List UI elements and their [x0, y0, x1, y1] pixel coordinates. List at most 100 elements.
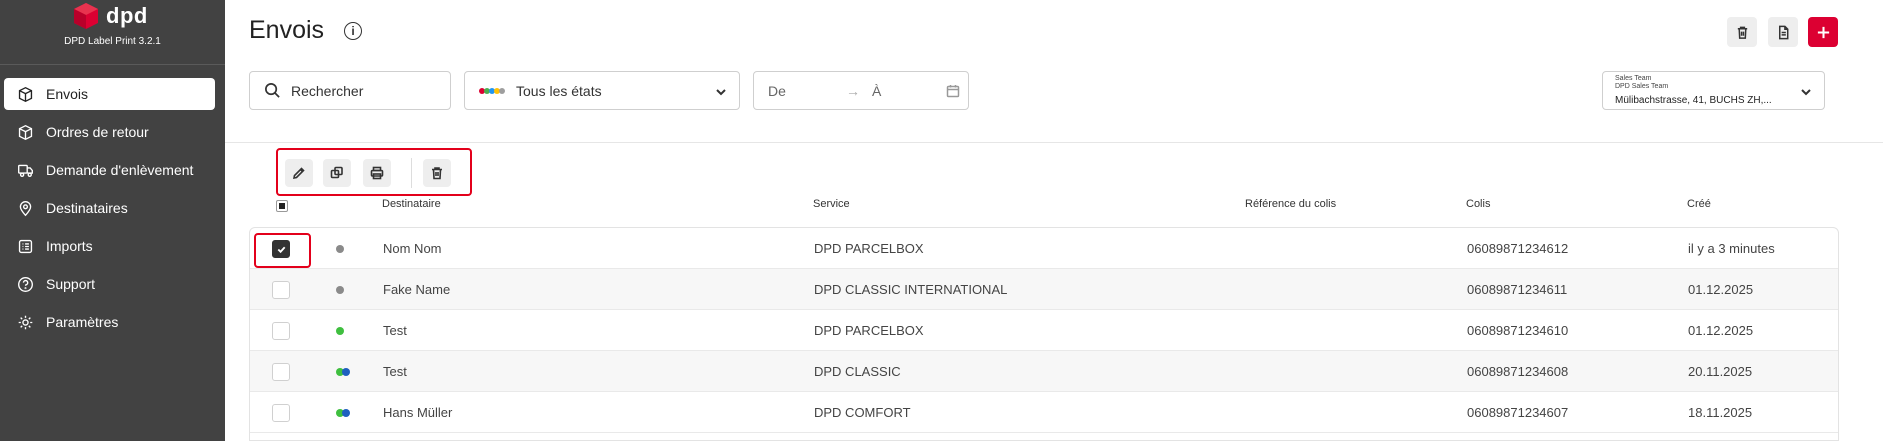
cell-parcel: 06089871234607: [1467, 405, 1569, 420]
trash-icon: [432, 167, 442, 180]
cell-service: DPD PARCELBOX: [814, 323, 924, 338]
status-dots: [479, 87, 505, 94]
column-header-service[interactable]: Service: [813, 198, 850, 210]
status-indicator: [336, 245, 344, 253]
account-select[interactable]: Sales Team DPD Sales Team Mülibachstrass…: [1602, 71, 1825, 110]
sidebar-item-imports[interactable]: Imports: [4, 230, 215, 262]
cell-parcel: 06089871234608: [1467, 364, 1569, 379]
plus-icon: [1817, 26, 1829, 38]
brand: dpd DPD Label Print 3.2.1: [0, 0, 225, 64]
cell-created: il y a 3 minutes: [1688, 241, 1775, 256]
cell-service: DPD COMFORT: [814, 405, 911, 420]
search-icon: [265, 83, 280, 98]
sidebar-item-label: Support: [46, 276, 96, 292]
status-indicator: [336, 368, 350, 376]
app-version: DPD Label Print 3.2.1: [64, 36, 161, 47]
table-row[interactable]: Hans Müller DPD COMFORT 06089871234607 18.1…: [250, 392, 1838, 433]
date-range-picker[interactable]: De → À: [753, 71, 969, 110]
cell-service: DPD CLASSIC INTERNATIONAL: [814, 282, 1008, 297]
status-dot: [342, 409, 350, 417]
status-indicator: [336, 286, 344, 294]
document-button[interactable]: [1768, 17, 1798, 47]
cell-recipient: Hans Müller: [383, 405, 453, 420]
status-dot: [336, 245, 344, 253]
column-header-recipient[interactable]: Destinataire: [382, 198, 441, 210]
select-all-checkbox[interactable]: [276, 200, 288, 212]
cell-created: 01.12.2025: [1688, 323, 1754, 338]
cell-recipient: Test: [383, 364, 407, 379]
duplicate-icon: [330, 166, 343, 179]
account-team: Sales Team: [1615, 75, 1652, 82]
sidebar-nav: Envois Ordres de retour Demande d'enlève…: [0, 78, 225, 344]
cell-recipient: Test: [383, 323, 407, 338]
pencil-icon: [292, 167, 305, 180]
status-dot: [336, 327, 344, 335]
page-title: Envois: [249, 16, 325, 44]
sidebar-item-destinataires[interactable]: Destinataires: [4, 192, 215, 224]
chevron-down-icon: [1800, 85, 1812, 97]
row-checkbox[interactable]: [272, 281, 290, 299]
sidebar-item-support[interactable]: Support: [4, 268, 215, 300]
print-button[interactable]: [363, 159, 391, 187]
state-filter-select[interactable]: Tous les états: [464, 71, 740, 110]
row-checkbox[interactable]: [272, 404, 290, 422]
column-header-parcel[interactable]: Colis: [1466, 198, 1490, 210]
table-row[interactable]: Fake Name DPD CLASSIC INTERNATIONAL 060898…: [250, 269, 1838, 310]
table-row[interactable]: Nom Nom DPD PARCELBOX 06089871234612 il y a…: [250, 228, 1838, 269]
cell-parcel: 06089871234611: [1467, 282, 1568, 297]
sidebar-item-label: Paramètres: [46, 314, 119, 330]
date-range-arrow: →: [846, 83, 860, 99]
cell-created: 20.11.2025: [1688, 364, 1753, 379]
dpd-logo[interactable]: dpd: [72, 2, 148, 30]
sidebar-item-label: Envois: [46, 86, 89, 102]
info-icon[interactable]: i: [344, 22, 362, 40]
calendar-icon[interactable]: [946, 84, 960, 98]
date-to-field[interactable]: À: [872, 83, 881, 99]
edit-button[interactable]: [285, 159, 313, 187]
location-pin-icon: [16, 199, 34, 217]
table-row[interactable]: Test DPD PARCELBOX 06089871234610 01.12.202…: [250, 310, 1838, 351]
status-indicator: [336, 327, 344, 335]
sidebar-item-label: Ordres de retour: [46, 124, 149, 140]
delete-selected-button[interactable]: [423, 159, 451, 187]
cell-service: DPD CLASSIC: [814, 364, 901, 379]
sidebar-item-label: Destinataires: [46, 200, 128, 216]
list-icon: [16, 237, 34, 255]
gear-icon: [16, 313, 34, 331]
sidebar-divider: [0, 64, 225, 65]
checkbox-highlight: [254, 233, 311, 268]
table-row[interactable]: Test DPD CLASSIC 06089871234608 20.11.2025: [250, 351, 1838, 392]
cell-parcel: 06089871234612: [1467, 241, 1569, 256]
status-dot: [336, 286, 344, 294]
sidebar-item-demande-enlevement[interactable]: Demande d'enlèvement: [4, 154, 215, 186]
sidebar-item-parametres[interactable]: Paramètres: [4, 306, 215, 338]
cell-service: DPD PARCELBOX: [814, 241, 924, 256]
column-header-created[interactable]: Créé: [1687, 198, 1711, 210]
date-from-field[interactable]: De: [768, 83, 786, 99]
dpd-cube-icon: [74, 3, 98, 29]
search-field[interactable]: [249, 71, 451, 110]
row-checkbox[interactable]: [272, 322, 290, 340]
delete-button[interactable]: [1727, 17, 1757, 47]
cell-created: 01.12.2025: [1688, 282, 1754, 297]
sidebar-item-envois[interactable]: Envois: [4, 78, 215, 110]
box-return-icon: [16, 123, 34, 141]
help-circle-icon: [16, 275, 34, 293]
cell-created: 18.11.2025: [1688, 405, 1753, 420]
search-input[interactable]: [291, 82, 431, 99]
brand-name: dpd: [106, 3, 148, 28]
sidebar-item-ordres-de-retour[interactable]: Ordres de retour: [4, 116, 215, 148]
account-name: DPD Sales Team: [1615, 83, 1669, 90]
status-dot: [342, 368, 350, 376]
trash-icon: [1737, 26, 1747, 39]
add-shipment-button[interactable]: [1808, 17, 1838, 47]
toolbar-separator: [411, 158, 412, 188]
sidebar: dpd DPD Label Print 3.2.1 Envois Ordres …: [0, 0, 225, 441]
column-header-reference[interactable]: Référence du colis: [1245, 198, 1336, 210]
printer-icon: [370, 166, 384, 180]
state-filter-value: Tous les états: [516, 82, 602, 99]
box-icon: [16, 85, 34, 103]
duplicate-button[interactable]: [323, 159, 351, 187]
cell-recipient: Nom Nom: [383, 241, 442, 256]
row-checkbox[interactable]: [272, 363, 290, 381]
